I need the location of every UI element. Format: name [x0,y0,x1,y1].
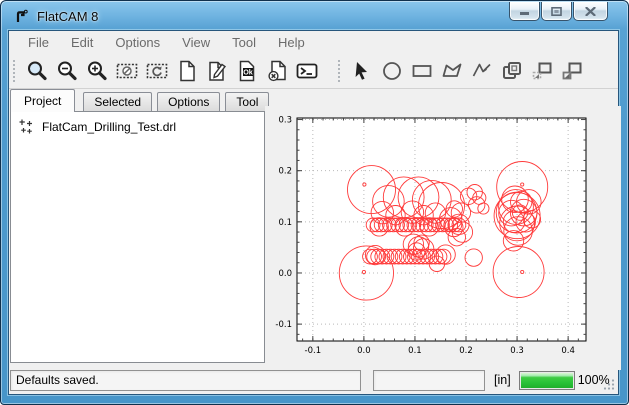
zoom-in-icon [85,59,109,83]
delete-object-icon [265,59,289,83]
polygon-tool-icon [440,59,464,83]
maximize-icon [551,7,562,16]
svg-text:Ok: Ok [243,68,253,77]
draw-polyline-button[interactable] [467,57,497,85]
clear-plot-button[interactable] [112,57,142,85]
tab-selected[interactable]: Selected [83,92,152,112]
shell-icon [295,59,319,83]
menu-file[interactable]: File [17,32,60,54]
x-tick-label: 0.0 [357,346,371,356]
ok-document-icon: Ok [235,59,259,83]
status-secondary-box [373,370,485,391]
tree-item-drill-file[interactable]: FlatCam_Drilling_Test.drl [11,112,264,141]
window-title: FlatCAM 8 [37,9,98,24]
move-object-button[interactable] [527,57,557,85]
polyline-tool-icon [470,59,494,83]
window-controls [508,2,608,21]
status-message: Defaults saved. [16,373,99,387]
delete-object-button[interactable] [262,57,292,85]
tab-tool[interactable]: Tool [225,92,269,112]
copy-object-icon [560,59,584,83]
y-tick-label: -0.1 [275,320,292,330]
project-tree-panel[interactable]: FlatCam_Drilling_Test.drl [10,111,265,363]
ok-document-button[interactable]: Ok [232,57,262,85]
pointer-arrow-icon [350,59,374,83]
zoom-out-button[interactable] [52,57,82,85]
y-tick-label: 0.0 [278,269,292,279]
shell-button[interactable] [292,57,322,85]
menu-view[interactable]: View [171,32,221,54]
menu-help[interactable]: Help [267,32,316,54]
tree-item-label: FlatCam_Drilling_Test.drl [42,120,176,134]
close-button[interactable] [573,2,608,21]
tab-bar: Project Selected Options Tool [10,90,274,112]
draw-rectangle-button[interactable] [407,57,437,85]
zoom-in-button[interactable] [82,57,112,85]
draw-polygon-button[interactable] [437,57,467,85]
flatcam-logo-icon [13,8,29,24]
copy-object-button[interactable] [557,57,587,85]
plot-canvas[interactable]: -0.1 0.0 0.1 0.2 0.3 0.4 -0.1 0.0 0.1 0.2 0.3 [265,106,621,370]
select-pointer-button[interactable] [347,57,377,85]
y-tick-label: 0.3 [278,116,292,126]
replot-button[interactable] [142,57,172,85]
toolbar-drag-handle[interactable] [12,59,17,83]
menu-tool[interactable]: Tool [221,32,267,54]
y-tick-label: 0.2 [278,167,292,177]
toolbar: Ok [9,54,618,89]
units-label: [in] [494,373,511,387]
draw-circle-button[interactable] [377,57,407,85]
new-document-icon [175,59,199,83]
titlebar[interactable]: FlatCAM 8 [2,2,627,30]
x-tick-label: 0.2 [459,346,473,356]
drill-plot[interactable]: -0.1 0.0 0.1 0.2 0.3 0.4 -0.1 0.0 0.1 0.2 0.3 [265,106,621,370]
clear-plot-icon [115,59,139,83]
circle-tool-icon [380,59,404,83]
toolbar-drag-handle-2[interactable] [337,59,342,83]
close-icon [585,7,596,16]
x-tick-label: 0.4 [561,346,575,356]
menu-options[interactable]: Options [104,32,171,54]
main-content: File Edit Options View Tool Help [8,30,619,395]
x-tick-label: 0.3 [510,346,524,356]
zoom-fit-button[interactable] [22,57,52,85]
x-tick-label: -0.1 [305,346,322,356]
statusbar: Defaults saved. [in] 100% [9,366,618,394]
rectangle-tool-icon [410,59,434,83]
menubar: File Edit Options View Tool Help [9,31,618,54]
x-tick-label: 0.1 [408,346,422,356]
zoom-fit-icon [25,59,49,83]
progress-fill [521,373,573,388]
status-message-box: Defaults saved. [10,370,361,391]
copy-geometry-button[interactable] [497,57,527,85]
app-window: FlatCAM 8 File Edit Options View T [0,0,629,405]
menu-edit[interactable]: Edit [60,32,104,54]
tab-project[interactable]: Project [10,89,75,112]
edit-document-button[interactable] [202,57,232,85]
y-tick-label: 0.1 [278,218,292,228]
edit-document-icon [205,59,229,83]
new-project-button[interactable] [172,57,202,85]
resize-grip[interactable] [603,378,615,390]
replot-icon [145,59,169,83]
minimize-button[interactable] [509,2,540,21]
move-object-icon [530,59,554,83]
copy-geometry-icon [500,59,524,83]
maximize-button[interactable] [541,2,572,21]
minimize-icon [519,7,530,16]
progress-bar [519,371,575,390]
zoom-out-icon [55,59,79,83]
tab-options[interactable]: Options [157,92,220,112]
drill-marks-icon [18,118,35,135]
